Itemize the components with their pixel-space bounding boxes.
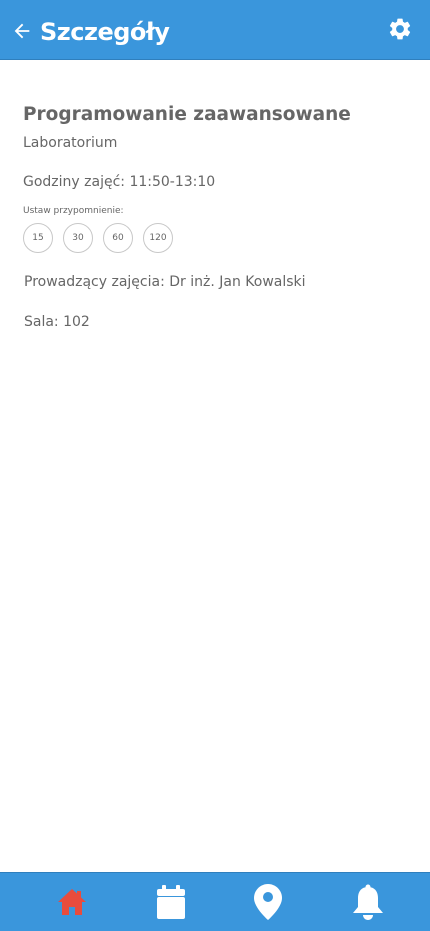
reminder-options: 15 30 60 120 xyxy=(23,223,183,253)
class-hours: Godziny zajęć: 11:50-13:10 xyxy=(23,174,216,190)
app-bar: Szczegóły xyxy=(0,0,430,60)
page-title: Szczegóły xyxy=(40,18,170,46)
room-info: Sala: 102 xyxy=(24,314,90,330)
nav-map[interactable] xyxy=(238,873,298,931)
bottom-navigation xyxy=(0,872,430,931)
course-name: Programowanie zaawansowane xyxy=(23,104,351,125)
reminder-120-button[interactable]: 120 xyxy=(143,223,173,253)
reminder-60-button[interactable]: 60 xyxy=(103,223,133,253)
home-icon xyxy=(58,889,86,915)
map-pin-icon xyxy=(254,884,282,920)
nav-calendar[interactable] xyxy=(141,873,201,931)
teacher-info: Prowadzący zajęcia: Dr inż. Jan Kowalski xyxy=(24,274,306,290)
nav-notifications[interactable] xyxy=(338,873,398,931)
bell-icon xyxy=(353,884,383,920)
reminder-30-button[interactable]: 30 xyxy=(63,223,93,253)
course-type: Laboratorium xyxy=(23,135,118,151)
reminder-15-button[interactable]: 15 xyxy=(23,223,53,253)
calendar-icon xyxy=(157,885,185,919)
gear-icon[interactable] xyxy=(387,16,413,42)
nav-home[interactable] xyxy=(42,873,102,931)
reminder-label: Ustaw przypomnienie: xyxy=(23,206,124,216)
arrow-left-icon[interactable] xyxy=(11,20,33,42)
